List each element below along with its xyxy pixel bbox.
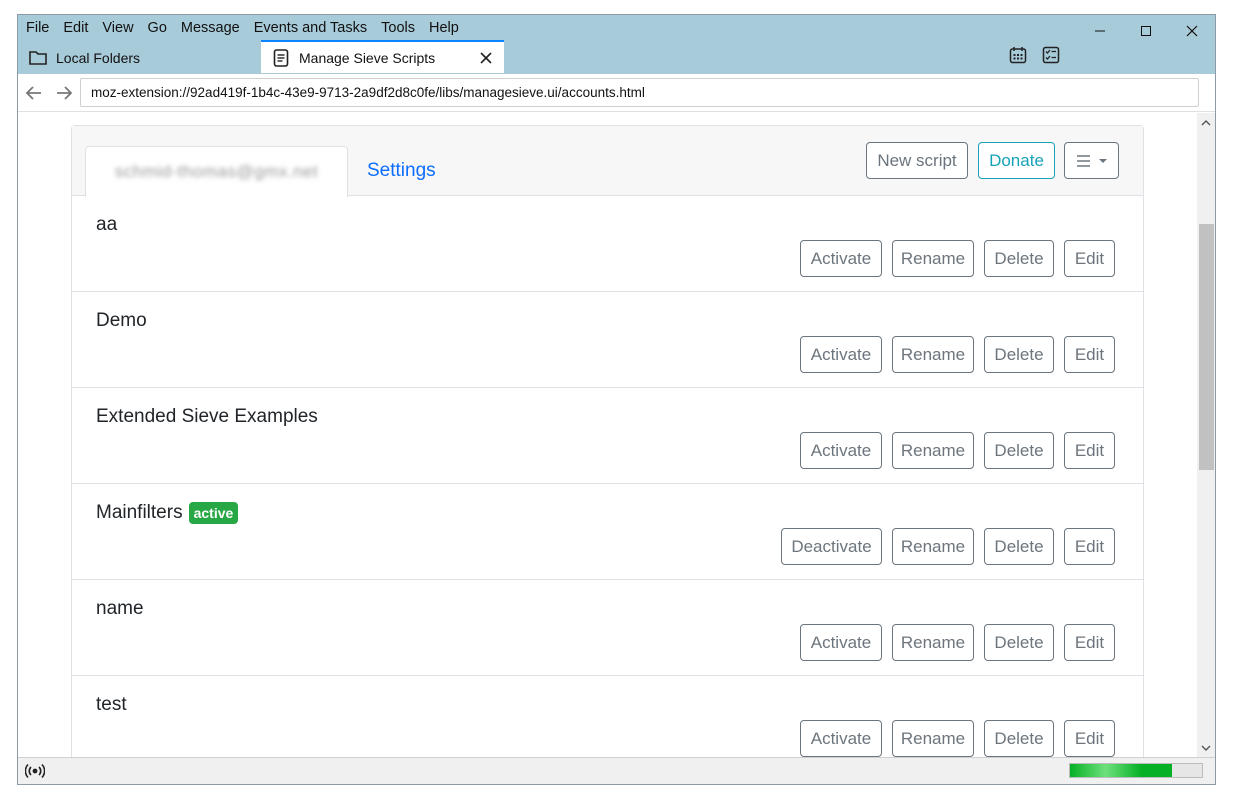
page-content: schmid-thomas@gmx.net Settings New scrip… [18,113,1198,758]
toolbar-icons [1008,45,1061,65]
status-bar [18,757,1215,784]
folder-icon [28,49,48,67]
tab-local-folders[interactable]: Local Folders [18,41,258,74]
active-badge: active [188,502,239,524]
back-arrow-icon [25,86,41,100]
activate-button[interactable]: Activate [800,432,882,469]
tasks-icon[interactable] [1041,45,1061,65]
close-window-button[interactable] [1169,15,1215,47]
rename-button[interactable]: Rename [892,336,974,373]
edit-button[interactable]: Edit [1064,528,1115,565]
script-name: aa [96,214,117,236]
account-name-blurred: schmid-thomas@gmx.net [114,162,319,181]
menu-bar: File Edit View Go Message Events and Tas… [18,17,466,39]
script-row: Extended Sieve Examples Activate Rename … [72,388,1143,484]
menu-tools[interactable]: Tools [374,17,422,39]
script-name: Demo [96,310,147,332]
minimize-button[interactable] [1077,15,1123,47]
vertical-scrollbar[interactable] [1197,113,1215,758]
close-tab-button[interactable] [480,48,492,69]
account-menu-button[interactable] [1064,142,1119,179]
script-name-text: aa [96,214,118,235]
menu-message[interactable]: Message [174,17,247,39]
account-card: schmid-thomas@gmx.net Settings New scrip… [71,125,1144,758]
navigation-bar: moz-extension://92ad419f-1b4c-43e9-9713-… [18,74,1215,112]
script-row: test Activate Rename Delete Edit [72,676,1143,758]
menu-go[interactable]: Go [141,17,174,39]
script-row: name Activate Rename Delete Edit [72,580,1143,676]
new-script-button[interactable]: New script [866,142,968,179]
maximize-button[interactable] [1123,15,1169,47]
menu-help[interactable]: Help [422,17,466,39]
delete-button[interactable]: Delete [984,528,1054,565]
rename-button[interactable]: Rename [892,240,974,277]
tab-label: Manage Sieve Scripts [299,49,436,66]
tab-label: Local Folders [56,49,141,66]
forward-button[interactable] [53,82,75,104]
tab-account[interactable]: schmid-thomas@gmx.net [85,146,348,197]
close-icon [480,52,492,64]
rename-button[interactable]: Rename [892,432,974,469]
delete-button[interactable]: Delete [984,336,1054,373]
delete-button[interactable]: Delete [984,240,1054,277]
account-card-header: schmid-thomas@gmx.net Settings New scrip… [72,126,1143,197]
menu-edit[interactable]: Edit [56,17,95,39]
hamburger-menu-icon [1076,154,1107,167]
url-bar[interactable]: moz-extension://92ad419f-1b4c-43e9-9713-… [80,78,1199,107]
edit-button[interactable]: Edit [1064,432,1115,469]
menu-file[interactable]: File [18,17,56,39]
delete-button[interactable]: Delete [984,720,1054,757]
document-icon [271,48,291,67]
calendar-icon[interactable] [1008,45,1028,65]
activate-button[interactable]: Activate [800,336,882,373]
edit-button[interactable]: Edit [1064,240,1115,277]
scroll-up-icon[interactable] [1197,115,1215,131]
script-name-text: Demo [96,310,147,331]
rename-button[interactable]: Rename [892,528,974,565]
script-name: test [96,694,127,716]
script-name: Mainfilters active [96,502,239,524]
edit-button[interactable]: Edit [1064,624,1115,661]
online-status-icon[interactable] [24,762,46,780]
activity-progress-bar [1069,763,1203,778]
edit-button[interactable]: Edit [1064,336,1115,373]
window-controls [1077,15,1215,47]
menu-view[interactable]: View [95,17,140,39]
script-name-text: Mainfilters [96,502,183,523]
rename-button[interactable]: Rename [892,720,974,757]
script-row: aa Activate Rename Delete Edit [72,196,1143,292]
minimize-icon [1095,30,1105,32]
activate-button[interactable]: Activate [800,624,882,661]
back-button[interactable] [23,82,45,104]
scroll-down-icon[interactable] [1197,740,1215,756]
maximize-icon [1141,26,1151,36]
script-name: Extended Sieve Examples [96,406,318,428]
activate-button[interactable]: Activate [800,240,882,277]
donate-button[interactable]: Donate [978,142,1055,179]
close-icon [1186,25,1198,37]
script-name-text: Extended Sieve Examples [96,406,318,427]
app-window: File Edit View Go Message Events and Tas… [17,14,1216,785]
script-name-text: test [96,694,127,715]
scrollbar-thumb[interactable] [1199,224,1214,470]
script-row: Demo Activate Rename Delete Edit [72,292,1143,388]
deactivate-button[interactable]: Deactivate [781,528,882,565]
script-name: name [96,598,144,620]
menu-events-and-tasks[interactable]: Events and Tasks [247,17,374,39]
progress-fill [1070,764,1172,777]
edit-button[interactable]: Edit [1064,720,1115,757]
delete-button[interactable]: Delete [984,624,1054,661]
forward-arrow-icon [57,86,73,100]
tab-settings[interactable]: Settings [367,160,436,182]
delete-button[interactable]: Delete [984,432,1054,469]
script-row: Mainfilters active Deactivate Rename Del… [72,484,1143,580]
tab-manage-sieve-scripts[interactable]: Manage Sieve Scripts [261,40,504,73]
rename-button[interactable]: Rename [892,624,974,661]
activate-button[interactable]: Activate [800,720,882,757]
script-name-text: name [96,598,144,619]
